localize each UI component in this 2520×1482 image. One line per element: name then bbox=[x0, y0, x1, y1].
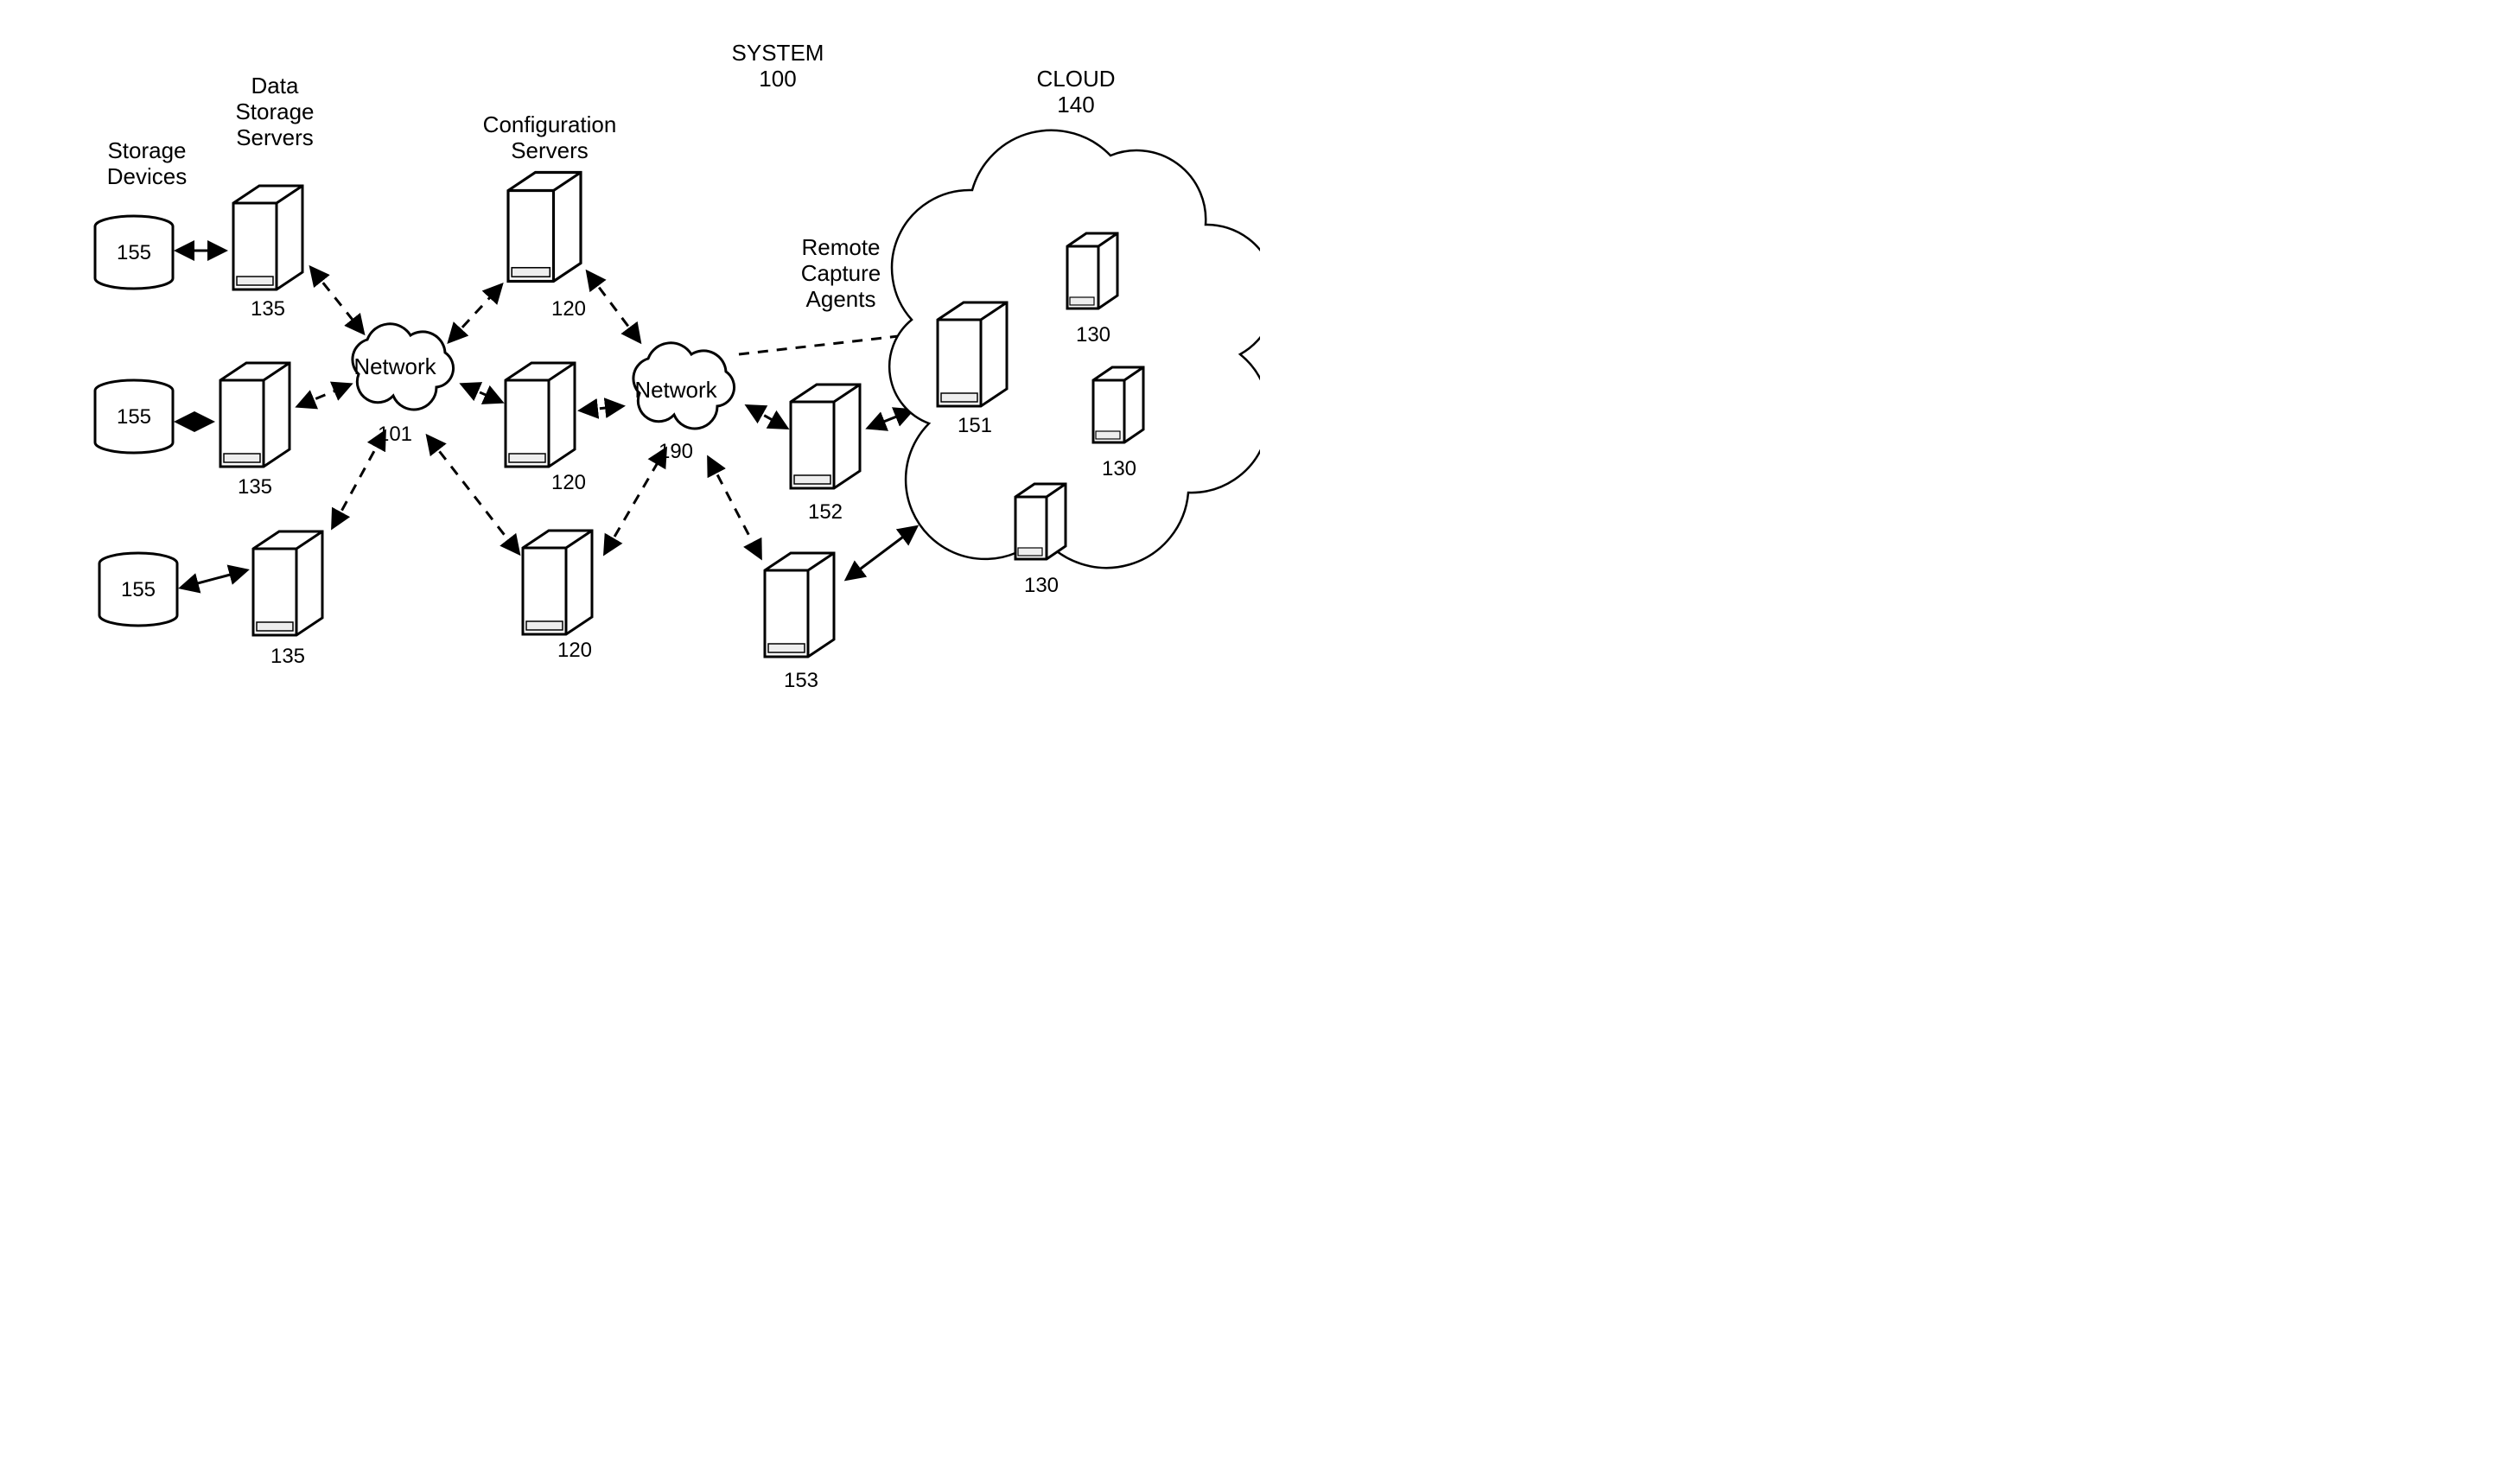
config-label: Servers bbox=[511, 137, 589, 163]
remote-agents-label: Capture bbox=[801, 260, 881, 286]
agent-ref: 153 bbox=[784, 669, 818, 692]
server-icon bbox=[506, 363, 575, 467]
network-label: Network bbox=[353, 353, 436, 379]
remote-agents-label: Remote bbox=[801, 234, 880, 260]
server-icon bbox=[523, 531, 592, 634]
storage-ref: 155 bbox=[117, 241, 151, 264]
data-storage-ref: 135 bbox=[238, 475, 272, 499]
server-icon bbox=[253, 531, 322, 635]
agent-ref: 152 bbox=[808, 500, 843, 524]
network-ref: 190 bbox=[659, 440, 693, 463]
diagram-canvas: 155 155 155 135 135 135 Network 101 120 … bbox=[0, 0, 1260, 741]
storage-ref: 155 bbox=[117, 405, 151, 429]
server-icon bbox=[233, 186, 302, 289]
network-left: Network 101 bbox=[353, 324, 454, 446]
server-icon bbox=[220, 363, 290, 467]
data-storage-ref: 135 bbox=[251, 297, 285, 321]
data-storage-label: Storage bbox=[235, 99, 314, 124]
storage-devices-group: 155 155 155 bbox=[95, 216, 177, 626]
config-label: Configuration bbox=[483, 111, 617, 137]
data-storage-servers-group: 135 135 135 bbox=[220, 186, 322, 668]
cloud-right-ref: 130 bbox=[1024, 574, 1059, 597]
cloud-title-line2: 140 bbox=[1057, 92, 1094, 118]
config-ref: 120 bbox=[551, 471, 586, 494]
storage-devices-label: Devices bbox=[107, 163, 187, 189]
title-line2: 100 bbox=[759, 66, 796, 92]
cloud-right-ref: 130 bbox=[1076, 323, 1110, 347]
cloud-left-ref: 151 bbox=[958, 414, 992, 437]
config-ref: 120 bbox=[551, 297, 586, 321]
cloud-boundary: 151 130 130 130 bbox=[889, 130, 1260, 597]
network-label: Network bbox=[634, 377, 717, 403]
data-storage-ref: 135 bbox=[270, 645, 305, 668]
cloud-title-line1: CLOUD bbox=[1036, 66, 1115, 92]
config-ref: 120 bbox=[557, 639, 592, 662]
config-servers-group: 120 120 120 bbox=[506, 172, 592, 662]
agent-icon bbox=[1015, 484, 1066, 559]
data-storage-label: Data bbox=[251, 73, 299, 99]
storage-devices-label: Storage bbox=[107, 137, 186, 163]
title-line1: SYSTEM bbox=[732, 40, 824, 66]
cloud-right-ref: 130 bbox=[1102, 457, 1136, 480]
remote-agents-label: Agents bbox=[806, 286, 876, 312]
agent-icon bbox=[1067, 233, 1117, 308]
agent-icon bbox=[1093, 367, 1143, 442]
network-ref: 101 bbox=[378, 423, 412, 446]
server-icon bbox=[938, 302, 1007, 406]
server-icon bbox=[508, 172, 581, 281]
server-icon bbox=[765, 553, 834, 657]
storage-ref: 155 bbox=[121, 578, 156, 601]
agents-mid-group: 152 153 bbox=[765, 385, 860, 692]
server-icon bbox=[791, 385, 860, 488]
network-right: Network 190 bbox=[633, 343, 735, 463]
data-storage-label: Servers bbox=[236, 124, 314, 150]
